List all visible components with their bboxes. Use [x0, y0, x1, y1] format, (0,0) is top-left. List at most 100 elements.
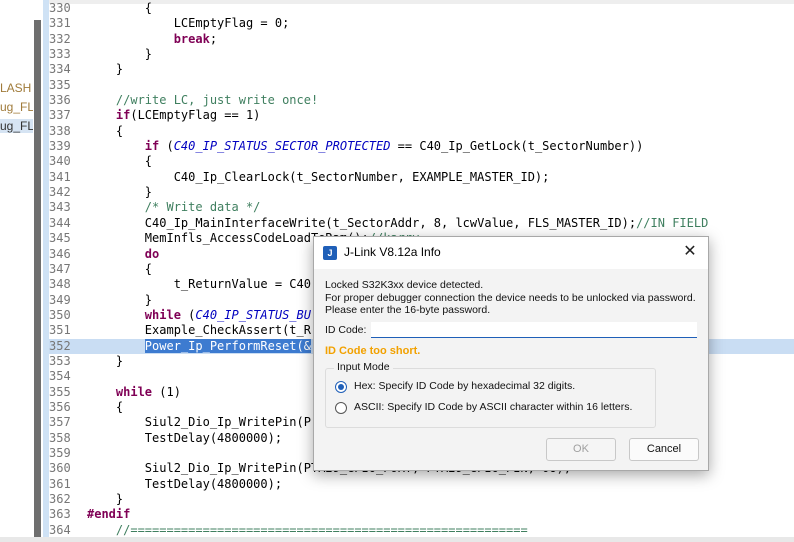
- code-line[interactable]: 337 if(LCEmptyFlag == 1): [49, 108, 794, 123]
- code-line[interactable]: 364 //==================================…: [49, 523, 794, 538]
- code-text[interactable]: if (C40_IP_STATUS_SECTOR_PROTECTED == C4…: [87, 139, 644, 153]
- editor-horizontal-scrollbar[interactable]: [0, 537, 794, 542]
- code-text[interactable]: Siul2_Dio_Ip_WritePin(P: [87, 415, 311, 429]
- jlink-info-dialog: J J-Link V8.12a Info ✕ Locked S32K3xx de…: [313, 236, 709, 471]
- line-number: 340: [49, 154, 71, 169]
- input-mode-title: Input Mode: [334, 361, 393, 373]
- code-line[interactable]: 340 {: [49, 154, 794, 169]
- line-number: 362: [49, 492, 71, 506]
- line-number: 359: [49, 445, 71, 460]
- dialog-title: J-Link V8.12a Info: [344, 245, 441, 259]
- explorer-scrollbar[interactable]: [34, 20, 41, 542]
- code-text[interactable]: while (C40_IP_STATUS_BU: [87, 308, 311, 322]
- code-text[interactable]: {: [87, 1, 152, 15]
- code-text[interactable]: #endif: [87, 507, 130, 521]
- close-icon[interactable]: ✕: [680, 242, 700, 262]
- code-line[interactable]: 344 C40_Ip_MainInterfaceWrite(t_SectorAd…: [49, 216, 794, 231]
- code-text[interactable]: {: [87, 400, 123, 414]
- code-text[interactable]: Example_CheckAssert(t_R: [87, 323, 311, 337]
- line-number: 352: [49, 338, 71, 353]
- code-line[interactable]: 332 break;: [49, 32, 794, 47]
- code-text[interactable]: do: [87, 247, 159, 261]
- line-number: 351: [49, 323, 71, 338]
- code-line[interactable]: 331 LCEmptyFlag = 0;: [49, 16, 794, 31]
- code-line[interactable]: 361 TestDelay(4800000);: [49, 477, 794, 492]
- project-tree-item[interactable]: ug_FL/: [0, 100, 33, 114]
- project-tree-item[interactable]: LASH: [0, 81, 31, 95]
- code-text[interactable]: {: [87, 154, 152, 168]
- line-number: 358: [49, 430, 71, 445]
- code-text[interactable]: Power_Ip_PerformReset(&: [87, 338, 311, 353]
- line-number: 357: [49, 415, 71, 430]
- code-line[interactable]: 338 {: [49, 124, 794, 139]
- code-line[interactable]: 341 C40_Ip_ClearLock(t_SectorNumber, EXA…: [49, 170, 794, 185]
- line-number: 332: [49, 31, 71, 46]
- line-number: 350: [49, 307, 71, 322]
- line-number: 348: [49, 277, 71, 292]
- line-number: 356: [49, 399, 71, 414]
- jlink-icon: J: [323, 246, 337, 260]
- line-number: 336: [49, 93, 71, 108]
- code-line[interactable]: 330 {: [49, 1, 794, 16]
- line-number: 335: [49, 77, 71, 92]
- line-number: 360: [49, 461, 71, 476]
- code-line[interactable]: 343 /* Write data */: [49, 200, 794, 215]
- code-text[interactable]: C40_Ip_MainInterfaceWrite(t_SectorAddr, …: [87, 216, 709, 230]
- code-text[interactable]: if(LCEmptyFlag == 1): [87, 108, 261, 122]
- dialog-message-line: Locked S32K3xx device detected.: [325, 279, 484, 291]
- code-line[interactable]: 342 }: [49, 185, 794, 200]
- code-text[interactable]: TestDelay(4800000);: [87, 477, 282, 491]
- line-number: 331: [49, 16, 71, 31]
- id-code-input[interactable]: [371, 322, 697, 338]
- line-number: 330: [49, 1, 71, 15]
- code-text[interactable]: }: [87, 492, 123, 506]
- line-number: 355: [49, 384, 71, 399]
- code-text[interactable]: {: [87, 124, 123, 138]
- code-line[interactable]: 336 //write LC, just write once!: [49, 93, 794, 108]
- line-number: 353: [49, 353, 71, 368]
- ok-button[interactable]: OK: [546, 438, 616, 461]
- code-text[interactable]: C40_Ip_ClearLock(t_SectorNumber, EXAMPLE…: [87, 170, 550, 184]
- code-line[interactable]: 363 #endif: [49, 507, 794, 522]
- code-line[interactable]: 333 }: [49, 47, 794, 62]
- line-number: 347: [49, 261, 71, 276]
- code-text[interactable]: }: [87, 185, 152, 199]
- dialog-title-bar: J J-Link V8.12a Info ✕: [314, 237, 708, 269]
- ascii-radio[interactable]: [335, 402, 347, 414]
- code-text[interactable]: {: [87, 262, 152, 276]
- code-text[interactable]: //======================================…: [87, 523, 528, 537]
- dialog-message-line: For proper debugger connection the devic…: [325, 292, 696, 304]
- code-text[interactable]: break;: [87, 32, 217, 46]
- code-text[interactable]: LCEmptyFlag = 0;: [87, 16, 290, 30]
- cancel-button[interactable]: Cancel: [629, 438, 699, 461]
- code-text[interactable]: }: [87, 293, 152, 307]
- code-line[interactable]: 335: [49, 78, 794, 93]
- code-text[interactable]: //write LC, just write once!: [87, 93, 318, 107]
- code-line[interactable]: 339 if (C40_IP_STATUS_SECTOR_PROTECTED =…: [49, 139, 794, 154]
- dialog-message-line: Please enter the 16-byte password.: [325, 304, 491, 316]
- line-number: 363: [49, 507, 71, 522]
- line-number: 361: [49, 476, 71, 491]
- code-text[interactable]: while (1): [87, 385, 181, 399]
- line-number: 334: [49, 62, 71, 77]
- id-code-error: ID Code too short.: [325, 345, 421, 357]
- ascii-option-label[interactable]: ASCII: Specify ID Code by ASCII characte…: [354, 401, 632, 413]
- code-line[interactable]: 362 }: [49, 492, 794, 507]
- code-text[interactable]: t_ReturnValue = C40: [87, 277, 311, 291]
- line-number: 337: [49, 108, 71, 123]
- line-number: 344: [49, 215, 71, 230]
- project-explorer-strip: LASH ug_FL/ ug_FL/: [0, 0, 33, 542]
- code-text[interactable]: }: [87, 47, 152, 61]
- code-line[interactable]: 334 }: [49, 62, 794, 77]
- hex-option-label[interactable]: Hex: Specify ID Code by hexadecimal 32 d…: [354, 380, 575, 392]
- hex-radio[interactable]: [335, 381, 347, 393]
- line-number: 333: [49, 47, 71, 62]
- line-number: 341: [49, 169, 71, 184]
- id-code-label: ID Code:: [325, 324, 367, 336]
- code-text[interactable]: /* Write data */: [87, 200, 261, 214]
- project-tree-item-selected[interactable]: ug_FL/: [0, 119, 33, 133]
- code-text[interactable]: }: [87, 62, 123, 76]
- code-text[interactable]: }: [87, 354, 123, 368]
- code-text[interactable]: TestDelay(4800000);: [87, 431, 282, 445]
- line-number: 342: [49, 185, 71, 200]
